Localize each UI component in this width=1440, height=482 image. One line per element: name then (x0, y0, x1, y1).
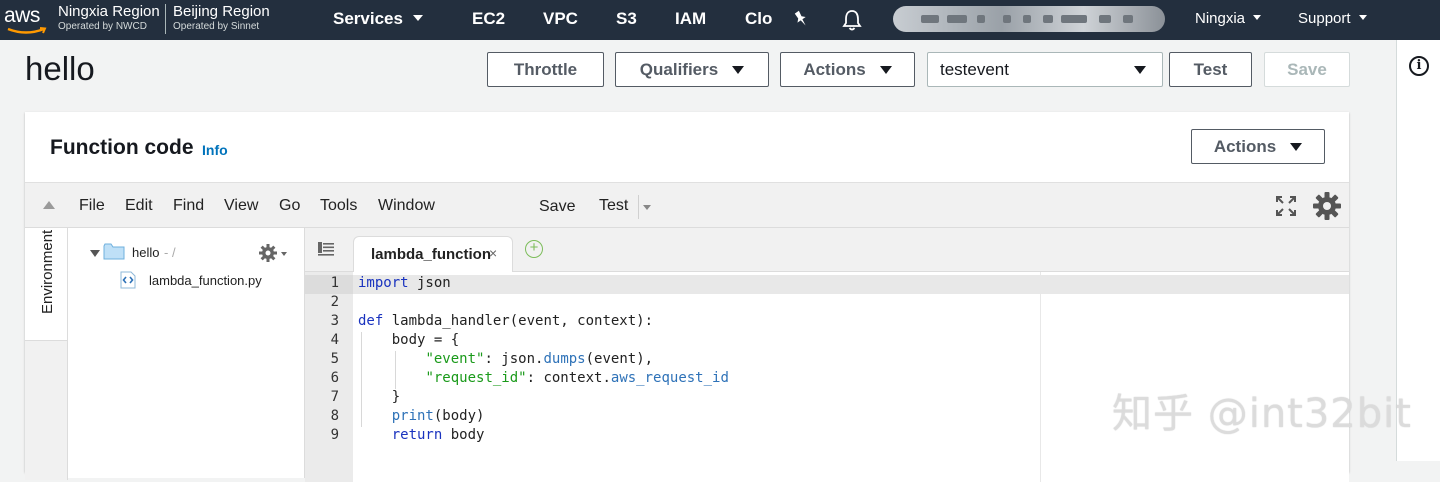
region-selector[interactable]: Ningxia (1195, 10, 1262, 27)
top-navigation-bar: aws Ningxia Region Operated by NWCD Beij… (0, 0, 1440, 40)
actions-button[interactable]: Actions (780, 52, 915, 87)
code-line: return body (391, 427, 485, 443)
tree-file-lambda-function[interactable]: lambda_function.py (149, 273, 262, 288)
watermark: 知乎 @int32bit (1112, 391, 1412, 437)
region-beijing-badge: Beijing Region Operated by Sinnet (173, 3, 270, 32)
chevron-down-icon (412, 14, 423, 21)
close-icon[interactable]: × (489, 245, 497, 261)
pin-icon[interactable] (791, 9, 811, 29)
tree-folder-path: - / (164, 245, 176, 260)
code-line: } (358, 389, 401, 405)
fullscreen-icon[interactable] (1275, 195, 1297, 217)
shortcut-vpc[interactable]: VPC (543, 9, 578, 29)
python-file-icon (120, 271, 136, 289)
expand-caret-icon[interactable] (90, 250, 100, 257)
tree-settings-gear-icon[interactable] (258, 243, 278, 263)
ide-save-button[interactable]: Save (539, 198, 575, 216)
chevron-down-icon (281, 252, 287, 256)
test-button[interactable]: Test (1169, 52, 1252, 87)
shortcut-ec2[interactable]: EC2 (472, 9, 505, 29)
throttle-button[interactable]: Throttle (487, 52, 604, 87)
side-tab-strip (25, 340, 68, 480)
caret-down-icon (879, 65, 892, 74)
shortcut-s3[interactable]: S3 (616, 9, 637, 29)
print-margin (1040, 272, 1041, 482)
environment-tab[interactable]: Environment (25, 228, 68, 340)
menu-edit[interactable]: Edit (125, 197, 153, 215)
info-icon[interactable]: i (1409, 56, 1429, 76)
editor-tab-bar: lambda_function × + (305, 228, 1349, 273)
support-menu[interactable]: Support (1298, 10, 1367, 27)
page-title: hello (25, 50, 95, 87)
menu-tools[interactable]: Tools (320, 197, 357, 215)
menubar-divider (638, 195, 639, 219)
menu-file[interactable]: File (79, 197, 105, 215)
line-number: 8 (330, 408, 339, 424)
code-actions-button[interactable]: Actions (1191, 129, 1325, 164)
line-number: 9 (330, 427, 339, 443)
save-button[interactable]: Save (1264, 52, 1350, 87)
menu-view[interactable]: View (224, 197, 258, 215)
code-line: "event": json.dumps(event), (425, 351, 654, 367)
gear-icon[interactable] (1312, 191, 1342, 221)
code-line: body = { (358, 332, 460, 348)
account-menu[interactable] (893, 6, 1165, 32)
tree-folder-name[interactable]: hello (132, 245, 159, 260)
line-number: 5 (330, 351, 339, 367)
folder-icon (103, 243, 125, 260)
shortcut-iam[interactable]: IAM (675, 9, 706, 29)
line-number: 3 (330, 313, 339, 329)
shortcut-cloudwatch[interactable]: Clo (745, 9, 772, 29)
panel-title: Function code (50, 136, 194, 159)
line-number: 1 (330, 275, 339, 291)
region-ningxia-badge: Ningxia Region Operated by NWCD (58, 3, 160, 32)
ide-menubar: File Edit Find View Go Tools Window Save… (25, 182, 1349, 228)
test-dropdown-icon[interactable] (643, 205, 651, 210)
collapse-up-icon[interactable] (43, 201, 55, 209)
menu-find[interactable]: Find (173, 197, 204, 215)
chevron-down-icon (1253, 14, 1262, 20)
line-number: 4 (330, 332, 339, 348)
caret-down-icon (1134, 66, 1146, 74)
region-divider (165, 4, 166, 34)
bell-icon[interactable] (841, 8, 863, 32)
aws-smile-icon (7, 27, 47, 34)
code-line: import json (358, 275, 451, 291)
code-line: "request_id": context.aws_request_id (425, 370, 729, 386)
caret-down-icon (732, 65, 745, 74)
code-line: def lambda_handler(event, context): (358, 313, 654, 329)
tab-lambda-function[interactable]: lambda_function × (353, 236, 513, 273)
add-tab-icon[interactable]: + (525, 240, 543, 258)
tab-list-icon[interactable] (318, 242, 334, 256)
aws-logo[interactable]: aws (4, 4, 54, 36)
info-link[interactable]: Info (202, 142, 228, 158)
code-line: print(body) (391, 408, 485, 424)
menu-window[interactable]: Window (378, 197, 435, 215)
file-tree: hello - / lambda_function.py (68, 228, 305, 478)
line-number: 6 (330, 370, 339, 386)
services-menu[interactable]: Services (333, 9, 423, 29)
chevron-down-icon (1358, 14, 1367, 20)
test-event-select[interactable]: testevent (927, 52, 1163, 87)
active-line-highlight (353, 275, 1349, 294)
line-number: 2 (330, 294, 339, 310)
line-number: 7 (330, 389, 339, 405)
menu-go[interactable]: Go (279, 197, 300, 215)
ide-test-button[interactable]: Test (599, 197, 628, 215)
qualifiers-button[interactable]: Qualifiers (615, 52, 769, 87)
code-editor[interactable]: 1 2 3 4 5 6 7 8 9 import json def lambda… (305, 272, 1349, 482)
caret-down-icon (1290, 142, 1303, 151)
